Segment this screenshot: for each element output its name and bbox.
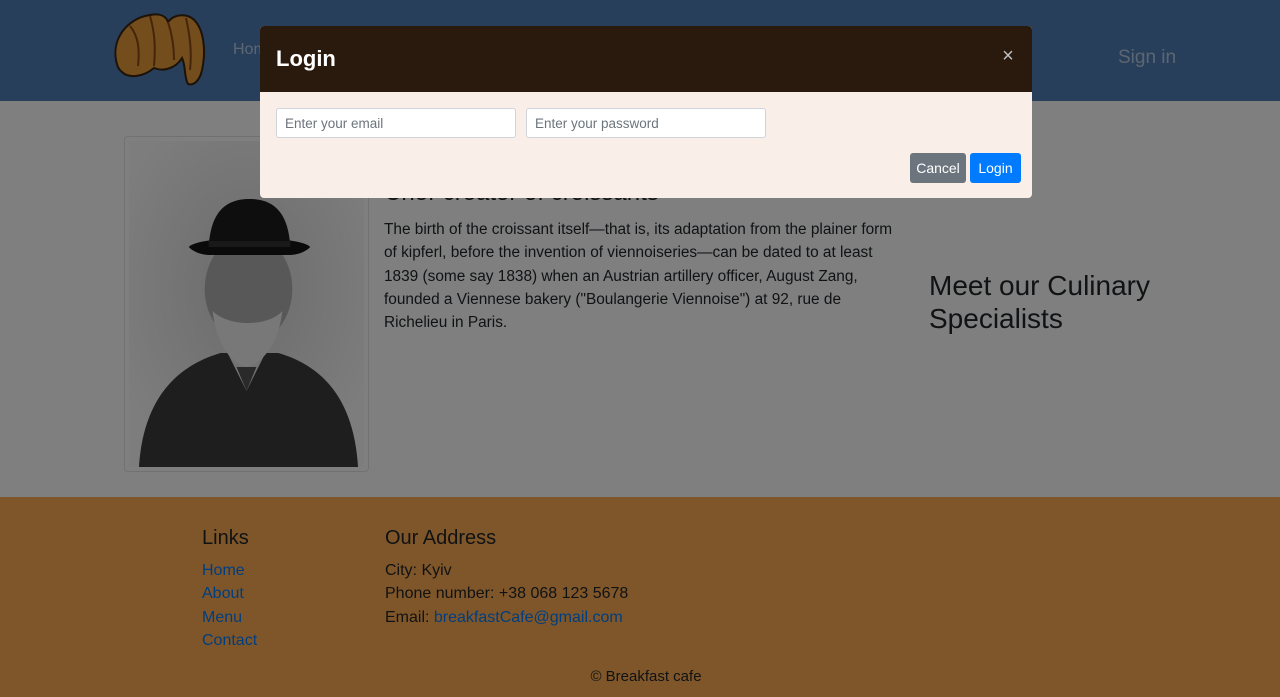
- cancel-button[interactable]: Cancel: [910, 153, 966, 183]
- email-field[interactable]: [276, 108, 516, 138]
- login-button[interactable]: Login: [970, 153, 1021, 183]
- close-icon[interactable]: ×: [998, 46, 1018, 66]
- login-modal: Login × Cancel Login: [260, 26, 1032, 198]
- modal-title: Login: [276, 46, 336, 71]
- password-field[interactable]: [526, 108, 766, 138]
- modal-header: Login ×: [260, 26, 1032, 92]
